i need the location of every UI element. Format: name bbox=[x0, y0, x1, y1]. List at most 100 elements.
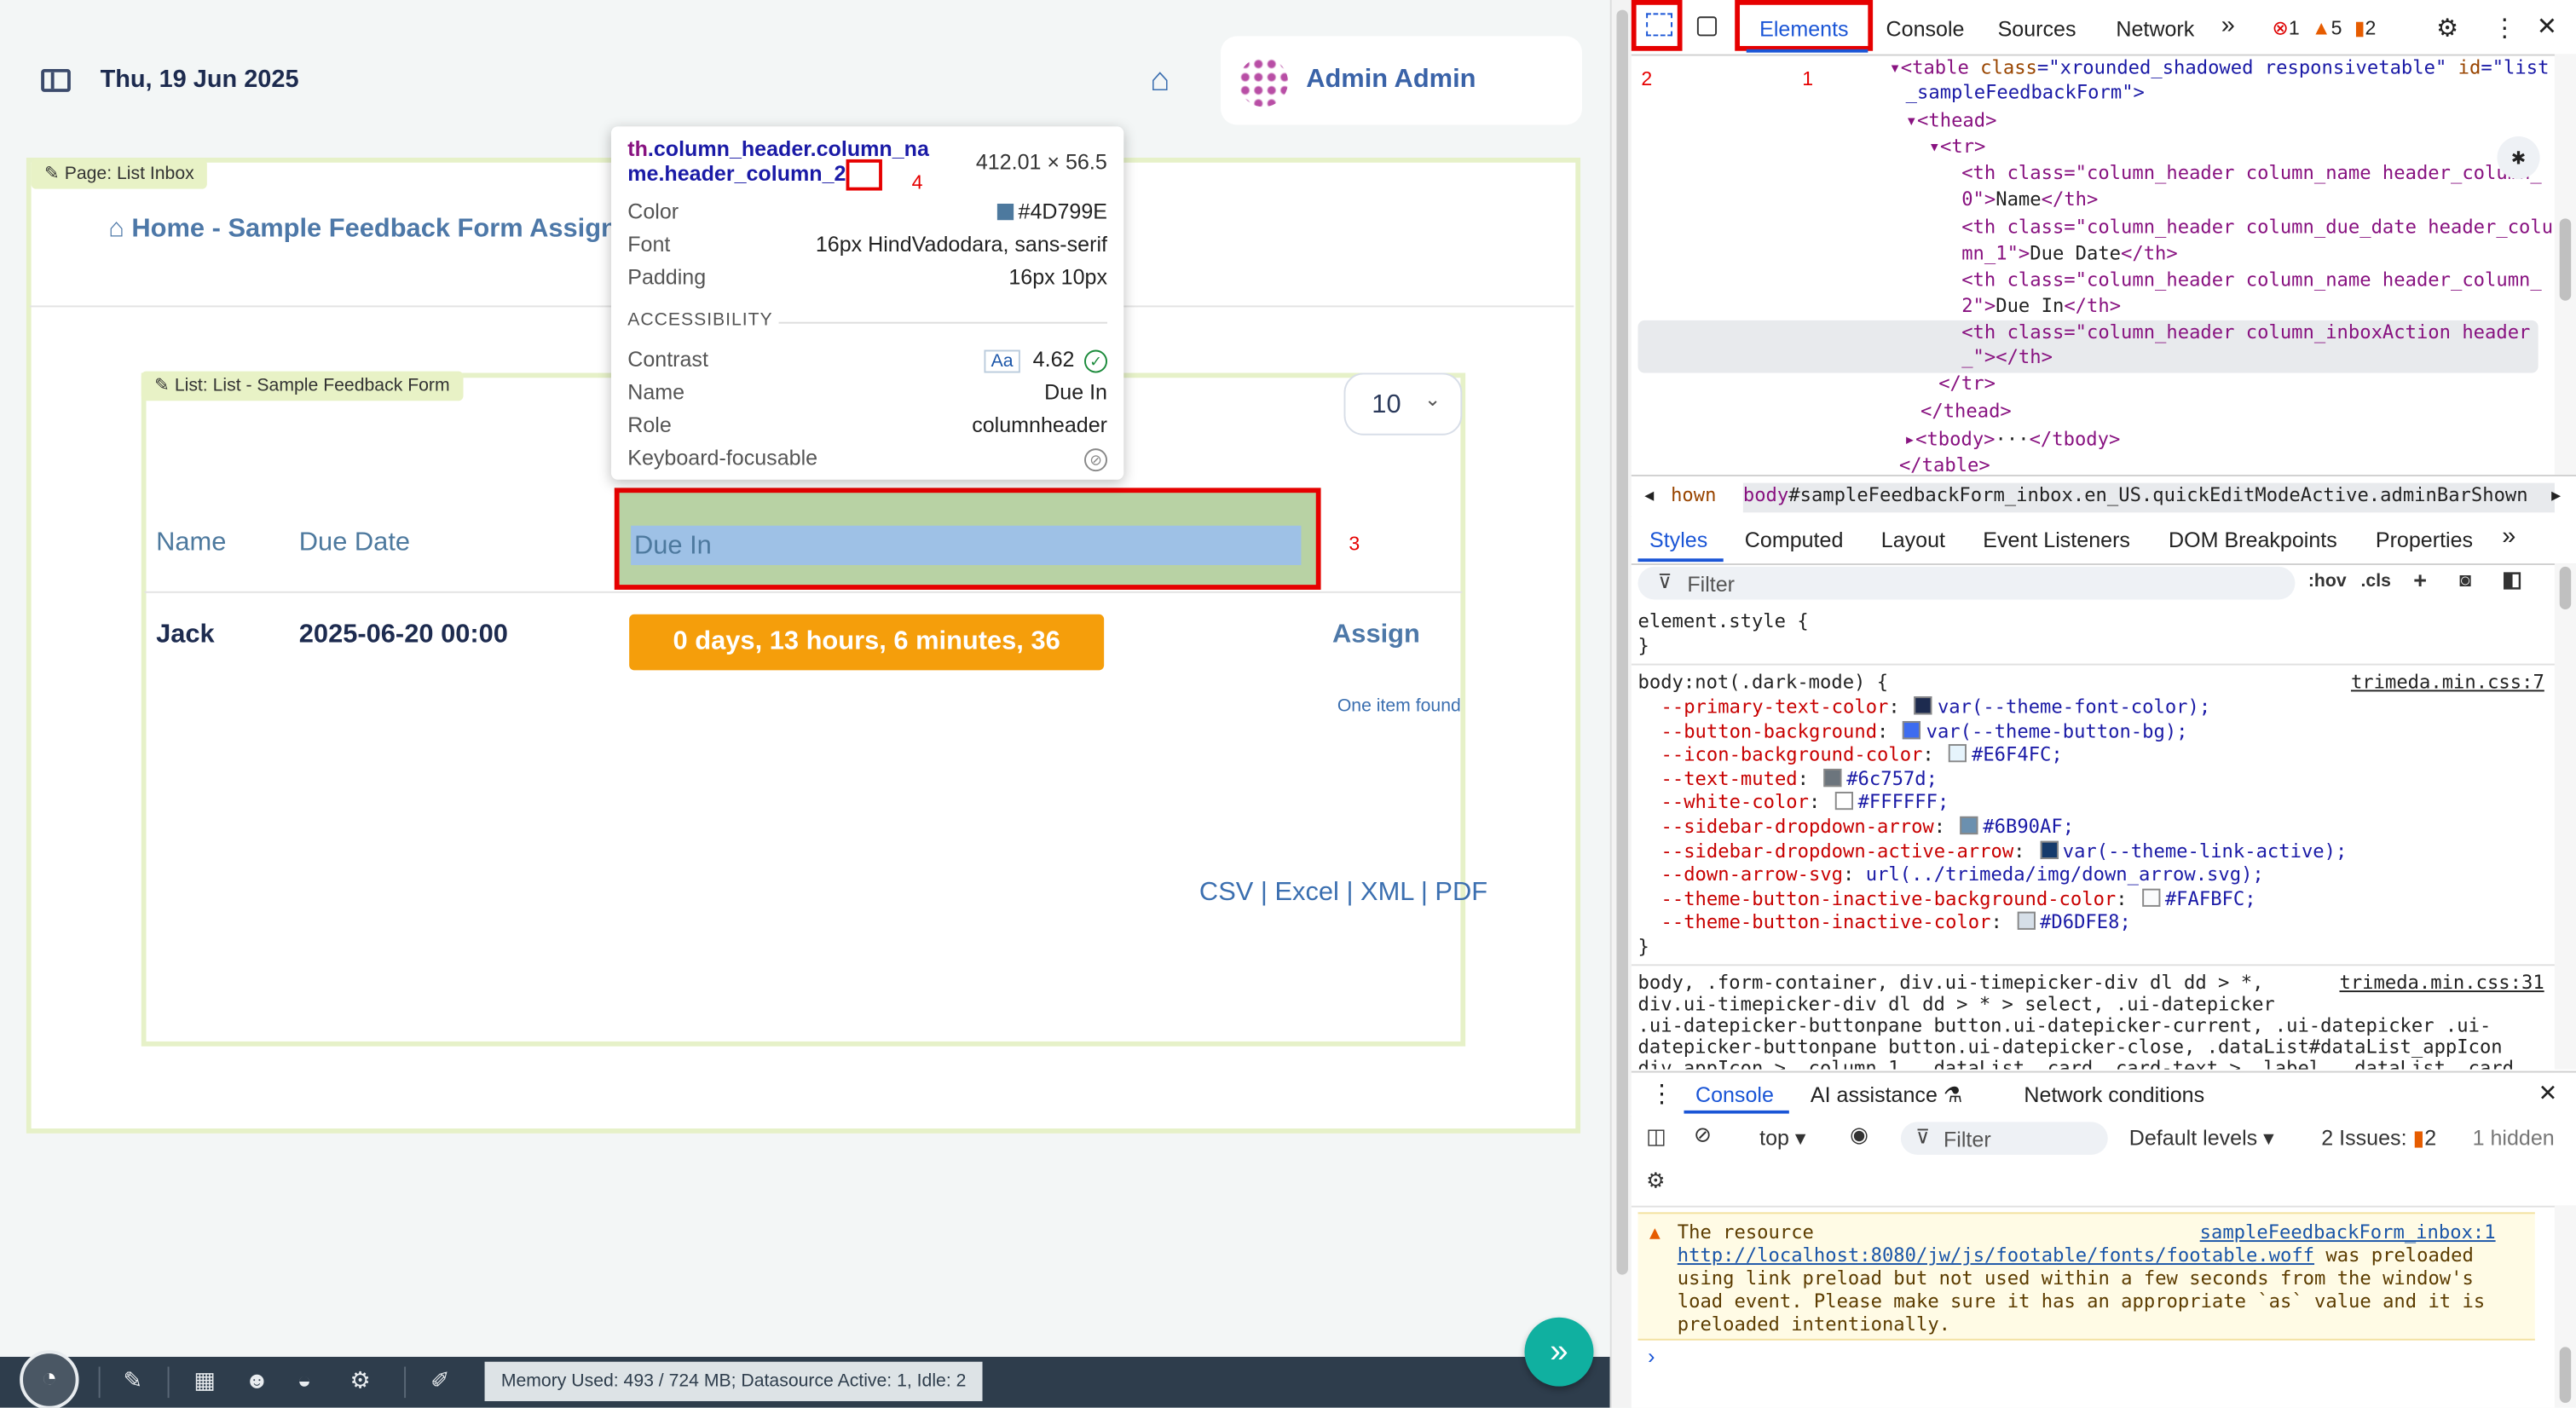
color-swatch[interactable] bbox=[1948, 744, 1967, 763]
users-icon[interactable]: ☻ bbox=[245, 1367, 269, 1394]
warning-source-link[interactable]: sampleFeedbackForm_inbox:1 bbox=[2200, 1220, 2496, 1244]
styles-filter-input[interactable]: ⊽ Filter bbox=[1637, 566, 2296, 600]
resource-url-link[interactable]: http://localhost:8080/jw/js/footable/fon… bbox=[1678, 1244, 2314, 1267]
tab-elements[interactable]: Elements bbox=[1759, 16, 1848, 41]
scroll-left-icon[interactable]: ◂ bbox=[1644, 483, 1654, 505]
dom-node[interactable]: </table> bbox=[1899, 453, 1990, 475]
user-menu[interactable]: Admin Admin bbox=[1220, 36, 1582, 125]
tab-sources[interactable]: Sources bbox=[1998, 16, 2076, 41]
dom-node[interactable]: <th class="column_header column_name hea… bbox=[1961, 161, 2542, 184]
breadcrumb[interactable]: ⌂ Home - Sample Feedback Form Assignm bbox=[108, 215, 640, 245]
dom-node[interactable]: ▸<tbody>···</tbody> bbox=[1904, 427, 2121, 450]
log-levels-select[interactable]: Default levels ▾ bbox=[2129, 1125, 2274, 1151]
close-icon[interactable]: ✕ bbox=[2537, 11, 2557, 41]
warning-count[interactable]: ▲5 bbox=[2312, 16, 2342, 39]
color-swatch[interactable] bbox=[1834, 792, 1853, 811]
style-property[interactable]: --white-color: #FFFFFF; bbox=[1661, 791, 1949, 814]
dom-scrollbar[interactable] bbox=[2554, 54, 2576, 475]
more-tabs-icon[interactable]: » bbox=[2502, 522, 2515, 551]
dom-node[interactable]: ▾<thead> bbox=[1906, 108, 1997, 131]
assign-link[interactable]: Assign bbox=[1332, 621, 1420, 651]
style-property[interactable]: --sidebar-dropdown-arrow: #6B90AF; bbox=[1661, 815, 2075, 838]
style-property[interactable]: --theme-button-inactive-color: #D6DFE8; bbox=[1661, 910, 2131, 933]
dom-node[interactable]: <th class="column_header column_due_date… bbox=[1961, 215, 2553, 238]
color-swatch[interactable] bbox=[2017, 912, 2036, 931]
tab-event-listeners[interactable]: Event Listeners bbox=[1983, 528, 2130, 552]
column-header-due-date[interactable]: Due Date bbox=[299, 529, 410, 559]
toggle-sidebar-icon[interactable]: ◧ bbox=[2502, 567, 2522, 593]
tab-console[interactable]: Console bbox=[1886, 16, 1965, 41]
edit-icon[interactable]: ✎ bbox=[124, 1367, 143, 1395]
list-tag[interactable]: ✎ List: List - Sample Feedback Form bbox=[141, 371, 464, 401]
settings-gear-icon[interactable]: ⚙ bbox=[2436, 13, 2458, 43]
settings-gear-icon[interactable]: ⚙ bbox=[1646, 1168, 1665, 1194]
close-icon[interactable]: ✕ bbox=[2538, 1079, 2558, 1107]
sidebar-toggle-icon[interactable]: ◫ bbox=[1646, 1123, 1666, 1150]
page-scrollbar[interactable] bbox=[1609, 0, 1633, 1408]
dom-node[interactable]: <th class="column_header column_inboxAct… bbox=[1961, 320, 2530, 343]
color-swatch[interactable] bbox=[2039, 840, 2058, 859]
style-property[interactable]: --text-muted: #6c757d; bbox=[1661, 767, 1938, 790]
style-property[interactable]: --sidebar-dropdown-active-arrow: var(--t… bbox=[1661, 839, 2348, 862]
apps-grid-icon[interactable]: ▦ bbox=[193, 1367, 216, 1395]
breadcrumb-item-selected[interactable]: body#sampleFeedbackForm_inbox.en_US.quic… bbox=[1742, 482, 2555, 513]
color-swatch[interactable] bbox=[1903, 720, 1921, 739]
sidebar-toggle-icon[interactable] bbox=[41, 68, 71, 92]
breadcrumb-item[interactable]: hown bbox=[1671, 483, 1716, 506]
tab-dom-breakpoints[interactable]: DOM Breakpoints bbox=[2169, 528, 2337, 552]
tab-properties[interactable]: Properties bbox=[2376, 528, 2473, 552]
kebab-menu-icon[interactable]: ⋮ bbox=[2492, 13, 2517, 43]
settings-gear-icon[interactable]: ⚙ bbox=[350, 1367, 371, 1395]
eye-icon[interactable]: ◉ bbox=[1850, 1122, 1868, 1148]
console-filter-input[interactable]: ⊽ Filter bbox=[1900, 1122, 2108, 1155]
drawer-tab-network-conditions[interactable]: Network conditions bbox=[2024, 1082, 2204, 1107]
kebab-menu-icon[interactable]: ⋮ bbox=[1649, 1079, 1674, 1109]
stylesheet-link[interactable]: trimeda.min.css:31 bbox=[2339, 971, 2544, 994]
clear-console-icon[interactable]: ⊘ bbox=[1694, 1122, 1712, 1148]
logo-icon[interactable]: ◔ bbox=[20, 1350, 79, 1408]
style-property[interactable]: --button-background: var(--theme-button-… bbox=[1661, 718, 2188, 742]
accessibility-tree-icon[interactable]: ✱ bbox=[2497, 136, 2540, 180]
color-swatch[interactable] bbox=[1914, 696, 1933, 715]
style-property[interactable]: --down-arrow-svg: url(../trimeda/img/dow… bbox=[1661, 863, 2264, 886]
dom-node-selected[interactable]: <th class="column_header column_name hea… bbox=[1961, 268, 2542, 291]
tab-styles[interactable]: Styles bbox=[1649, 528, 1707, 552]
console-prompt-icon[interactable]: › bbox=[1648, 1344, 1655, 1369]
tab-computed[interactable]: Computed bbox=[1745, 528, 1844, 552]
issue-count[interactable]: ▮2 bbox=[2354, 16, 2377, 39]
style-rule-selector[interactable]: body:not(.dark-mode) { bbox=[1638, 670, 1889, 693]
export-links[interactable]: CSV | Excel | XML | PDF bbox=[1199, 879, 1487, 909]
cls-toggle[interactable]: .cls bbox=[2361, 572, 2391, 591]
color-swatch[interactable] bbox=[1823, 768, 1842, 787]
column-header-name[interactable]: Name bbox=[156, 529, 226, 559]
drawer-tab-ai-assistance[interactable]: AI assistance ⚗ bbox=[1811, 1082, 1962, 1109]
dom-node[interactable]: </tr> bbox=[1938, 372, 1996, 395]
due-in-header-label[interactable]: Due In bbox=[634, 532, 712, 562]
stylesheet-link[interactable]: trimeda.min.css:7 bbox=[2351, 670, 2544, 693]
dom-node[interactable]: ▾<table class="xrounded_shadowed respons… bbox=[1889, 56, 2549, 79]
home-icon[interactable]: ⌂ bbox=[1150, 62, 1170, 100]
issues-link[interactable]: 2 Issues: ▮2 bbox=[2321, 1125, 2436, 1151]
drawer-tab-console[interactable]: Console bbox=[1695, 1082, 1774, 1107]
dashboard-icon[interactable]: ◒ bbox=[297, 1367, 311, 1394]
new-rule-icon[interactable]: + bbox=[2413, 567, 2427, 593]
styles-scrollbar[interactable] bbox=[2554, 563, 2576, 1070]
style-property[interactable]: --theme-button-inactive-background-color… bbox=[1661, 886, 2256, 909]
color-swatch[interactable] bbox=[2141, 888, 2161, 907]
page-tag[interactable]: ✎ Page: List Inbox bbox=[31, 159, 208, 189]
console-scrollbar[interactable] bbox=[2554, 1205, 2576, 1408]
dom-node[interactable]: </thead> bbox=[1920, 399, 2012, 422]
dom-node[interactable]: ▾<tr> bbox=[1929, 135, 1986, 158]
tab-network[interactable]: Network bbox=[2116, 16, 2194, 41]
tab-layout[interactable]: Layout bbox=[1881, 528, 1945, 552]
scroll-right-icon[interactable]: ▸ bbox=[2551, 483, 2561, 505]
color-swatch[interactable] bbox=[1960, 816, 1978, 835]
style-property[interactable]: --primary-text-color: var(--theme-font-c… bbox=[1661, 695, 2211, 718]
style-property[interactable]: --icon-background-color: #E6F4FC; bbox=[1661, 743, 2063, 766]
brush-icon[interactable]: ✐ bbox=[430, 1367, 450, 1395]
style-rule-selector[interactable]: element.style { bbox=[1638, 609, 1809, 632]
page-size-select[interactable]: 10 ⌄ bbox=[1343, 372, 1463, 436]
hov-toggle[interactable]: :hov bbox=[2308, 572, 2347, 591]
error-count[interactable]: ⊗1 bbox=[2272, 16, 2299, 39]
device-toolbar-icon[interactable] bbox=[1696, 16, 1718, 37]
